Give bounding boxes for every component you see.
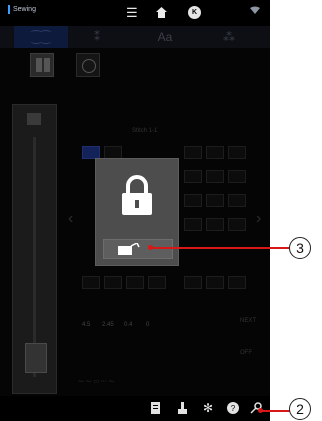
off-label[interactable]: OFF [240, 350, 252, 356]
stitch-cell[interactable] [206, 146, 224, 159]
stitch-cell[interactable] [104, 276, 122, 289]
stitch-cell[interactable] [228, 170, 246, 183]
panel-top-button[interactable] [27, 113, 41, 125]
panel-slider-track [33, 137, 36, 377]
home-icon[interactable] [155, 6, 168, 21]
stitch-cell[interactable] [184, 218, 202, 231]
sewing-screen: Sewing ☰ K ⁐⁐ ⁑ Aa ⁂ Stitch 1-1 ‹ › 4.5 … [0, 0, 270, 421]
tab-utility-stitch[interactable]: ⁐⁐ [14, 26, 68, 48]
callout-2-number: 2 [289, 398, 311, 420]
tab-character[interactable]: Aa [138, 26, 192, 48]
callout-2-leader [260, 410, 290, 412]
unlock-button[interactable] [103, 239, 173, 259]
stitch-cell[interactable] [184, 170, 202, 183]
svg-text:?: ? [231, 404, 236, 413]
param-width-value: 4.5 [82, 322, 91, 328]
stitch-cell[interactable] [184, 194, 202, 207]
menu-icon[interactable]: ☰ [126, 6, 138, 19]
stitch-cell[interactable] [228, 276, 246, 289]
notebook-icon[interactable] [150, 402, 161, 416]
stitch-cell[interactable] [206, 194, 224, 207]
stitch-cell[interactable] [206, 218, 224, 231]
category-thumb-buttonhole[interactable] [76, 53, 100, 77]
scroll-left-icon[interactable]: ‹ [68, 210, 73, 228]
stitch-type-icon: ⁐⁐ [31, 30, 51, 44]
stitch-cell[interactable] [228, 194, 246, 207]
callout-3-leader [150, 247, 290, 249]
character-icon: Aa [157, 30, 173, 44]
app-title: Sewing [8, 5, 36, 14]
status-bar: Sewing ☰ K [0, 0, 270, 26]
callout-3-dot [148, 245, 153, 250]
decorative-stitch-icon: ⁑ [94, 30, 100, 44]
callout-2-dot [258, 408, 263, 413]
stitch-cell[interactable] [206, 276, 224, 289]
bottom-bar: ✻ ? [0, 396, 270, 421]
stitch-cell[interactable] [126, 276, 144, 289]
stitch-cell[interactable] [184, 276, 202, 289]
presser-foot-icon[interactable] [177, 402, 188, 416]
ok-icon[interactable]: K [188, 6, 201, 19]
tab-decorative-stitch[interactable]: ⁑ [70, 26, 124, 48]
stitch-option-strip: ⁓ ⁓ ▭ ⋯ ⁓ [78, 379, 115, 385]
panel-slider-knob[interactable] [25, 343, 47, 373]
stitch-cell[interactable] [228, 146, 246, 159]
callout-3-number: 3 [289, 237, 311, 259]
stitch-cell[interactable] [206, 170, 224, 183]
scroll-right-icon[interactable]: › [256, 210, 261, 228]
manual-figure: Sewing ☰ K ⁐⁐ ⁑ Aa ⁂ Stitch 1-1 ‹ › 4.5 … [0, 0, 322, 421]
stitch-cell[interactable] [228, 218, 246, 231]
settings-gear-icon[interactable]: ✻ [203, 402, 213, 414]
wifi-icon [250, 6, 260, 19]
padlock-icon [120, 175, 154, 222]
left-control-panel [12, 104, 57, 394]
stitch-cell[interactable] [184, 146, 202, 159]
tab-stitch-edit[interactable]: ⁂ [202, 26, 256, 48]
stitch-edit-icon: ⁂ [223, 30, 235, 44]
category-thumb-utility[interactable] [30, 53, 54, 77]
tab-bar: ⁐⁐ ⁑ Aa ⁂ [0, 26, 270, 48]
stitch-heading: Stitch 1-1 [132, 128, 158, 134]
stitch-cell[interactable] [148, 276, 166, 289]
param-tension-value: 0.4 [124, 322, 133, 328]
param-length-value: 2.45 [102, 322, 114, 328]
next-label[interactable]: NEXT [240, 318, 256, 324]
screen-lock-dialog [95, 158, 179, 266]
stitch-cell[interactable] [82, 276, 100, 289]
param-pressure-value: 0 [146, 322, 150, 328]
unlock-key-icon [118, 241, 140, 261]
help-icon[interactable]: ? [227, 402, 239, 416]
